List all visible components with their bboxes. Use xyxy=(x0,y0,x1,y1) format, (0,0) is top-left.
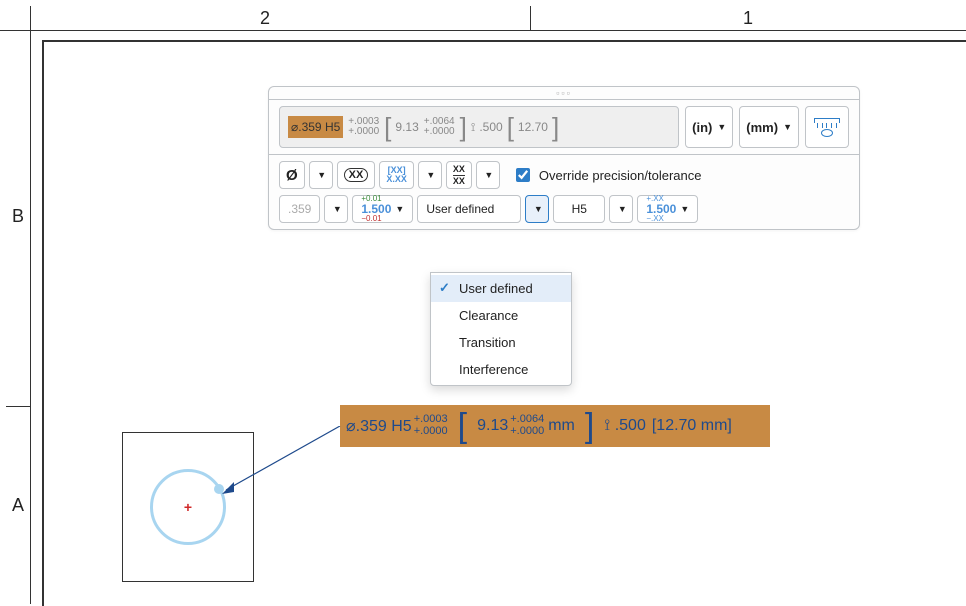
caret-down-icon: ▼ xyxy=(317,170,326,180)
caret-down-icon: ▼ xyxy=(534,204,543,214)
unit-inch-button[interactable]: (in) ▼ xyxy=(685,106,733,148)
preview-tol-lower: +.0000 xyxy=(348,127,379,138)
unit-inch-label: (in) xyxy=(692,120,712,135)
override-label: Override precision/tolerance xyxy=(539,168,702,183)
diameter-icon: Ø xyxy=(286,167,298,184)
limit-dropdown[interactable]: ▼ xyxy=(476,161,500,189)
row-label-b: B xyxy=(6,26,30,406)
preview-dual-tol-lower: +.0000 xyxy=(424,127,455,138)
show-tolerance-button[interactable] xyxy=(805,106,849,148)
anno-dual-tol-lower: +.0000 xyxy=(510,426,544,438)
anno-depth-value: .500 xyxy=(615,417,646,434)
anno-dual-unit: mm xyxy=(548,417,575,435)
diameter-toggle[interactable]: Ø xyxy=(279,161,305,189)
ruler-eye-icon xyxy=(814,118,840,137)
center-mark-icon: + xyxy=(184,499,192,515)
dimension-editor-panel: ▫▫▫ ⌀.359 H5 +.0003 +.0000 [ 9.13 +.0 xyxy=(268,86,860,230)
diameter-dropdown[interactable]: ▼ xyxy=(309,161,333,189)
leader-anchor-point[interactable] xyxy=(214,484,224,494)
fit-type-menu: User defined Clearance Transition Interf… xyxy=(430,272,572,386)
unit-mm-label: (mm) xyxy=(746,120,778,135)
fit-option-interference[interactable]: Interference xyxy=(431,356,571,383)
anno-dual-value: 9.13 xyxy=(477,417,508,435)
preview-depth-value: .500 xyxy=(479,120,502,134)
fit-type-dropdown[interactable]: ▼ xyxy=(525,195,549,223)
fit-class-dropdown[interactable]: ▼ xyxy=(609,195,633,223)
preview-value: .359 xyxy=(298,120,321,134)
limit-tolerance-toggle[interactable]: XX XX xyxy=(446,161,472,189)
column-label-2: 2 xyxy=(0,6,530,30)
anno-value: .359 xyxy=(356,418,387,435)
column-ruler: 2 1 xyxy=(0,6,966,31)
column-label-1: 1 xyxy=(530,6,966,30)
fit-type-display[interactable]: User defined xyxy=(417,195,521,223)
tolerance-precision-selector[interactable]: +.XX 1.500 −.XX ▼ xyxy=(637,195,698,223)
anno-fit-class: H5 xyxy=(391,418,411,435)
reference-tolerance-toggle[interactable]: [XX] X.XX xyxy=(379,161,414,189)
caret-down-icon: ▼ xyxy=(618,204,627,214)
reference-dropdown[interactable]: ▼ xyxy=(418,161,442,189)
fit-option-transition[interactable]: Transition xyxy=(431,329,571,356)
fit-option-clearance[interactable]: Clearance xyxy=(431,302,571,329)
panel-drag-handle[interactable]: ▫▫▫ xyxy=(269,87,859,99)
caret-down-icon: ▼ xyxy=(395,204,404,214)
caret-down-icon: ▼ xyxy=(333,204,342,214)
caret-down-icon: ▼ xyxy=(426,170,435,180)
unit-mm-button[interactable]: (mm) ▼ xyxy=(739,106,799,148)
caret-down-icon: ▼ xyxy=(783,122,792,132)
preview-dual-value: 9.13 xyxy=(395,120,418,134)
preview-depth-symbol: ⟟ xyxy=(471,120,475,135)
basic-icon: XX xyxy=(344,168,369,182)
override-precision-checkbox[interactable]: Override precision/tolerance xyxy=(512,165,702,185)
anno-diameter-symbol: ⌀ xyxy=(346,418,356,435)
fit-class-selector[interactable]: H5 xyxy=(553,195,605,223)
preview-depth-dual: 12.70 xyxy=(518,120,548,134)
reference-icon: [XX] X.XX xyxy=(386,166,407,184)
anno-depth-dual: [12.70 mm] xyxy=(652,417,732,435)
row-label-a: A xyxy=(6,406,30,604)
part-view[interactable]: + xyxy=(122,432,254,582)
dimension-preview-box[interactable]: ⌀.359 H5 +.0003 +.0000 [ 9.13 +.0064 +.0… xyxy=(279,106,679,148)
caret-down-icon: ▼ xyxy=(484,170,493,180)
nominal-dropdown[interactable]: ▼ xyxy=(324,195,348,223)
caret-down-icon: ▼ xyxy=(680,204,689,214)
nominal-value-input[interactable]: .359 xyxy=(279,195,320,223)
dimension-annotation[interactable]: ⌀.359 H5 +.0003 +.0000 [ 9.13 +.0064 +.0… xyxy=(340,405,770,447)
basic-tolerance-toggle[interactable]: XX xyxy=(337,161,376,189)
row-ruler: B A xyxy=(6,6,31,604)
fit-option-user-defined[interactable]: User defined xyxy=(431,275,571,302)
anno-depth-symbol: ⟟ xyxy=(604,417,610,434)
limit-icon: XX XX xyxy=(453,165,465,186)
override-checkbox-input[interactable] xyxy=(516,168,530,182)
precision-selector[interactable]: +0.01 1.500 −0.01 ▼ xyxy=(352,195,413,223)
anno-tol-lower: +.0000 xyxy=(414,426,448,438)
preview-fit-class: H5 xyxy=(325,120,340,134)
caret-down-icon: ▼ xyxy=(717,122,726,132)
